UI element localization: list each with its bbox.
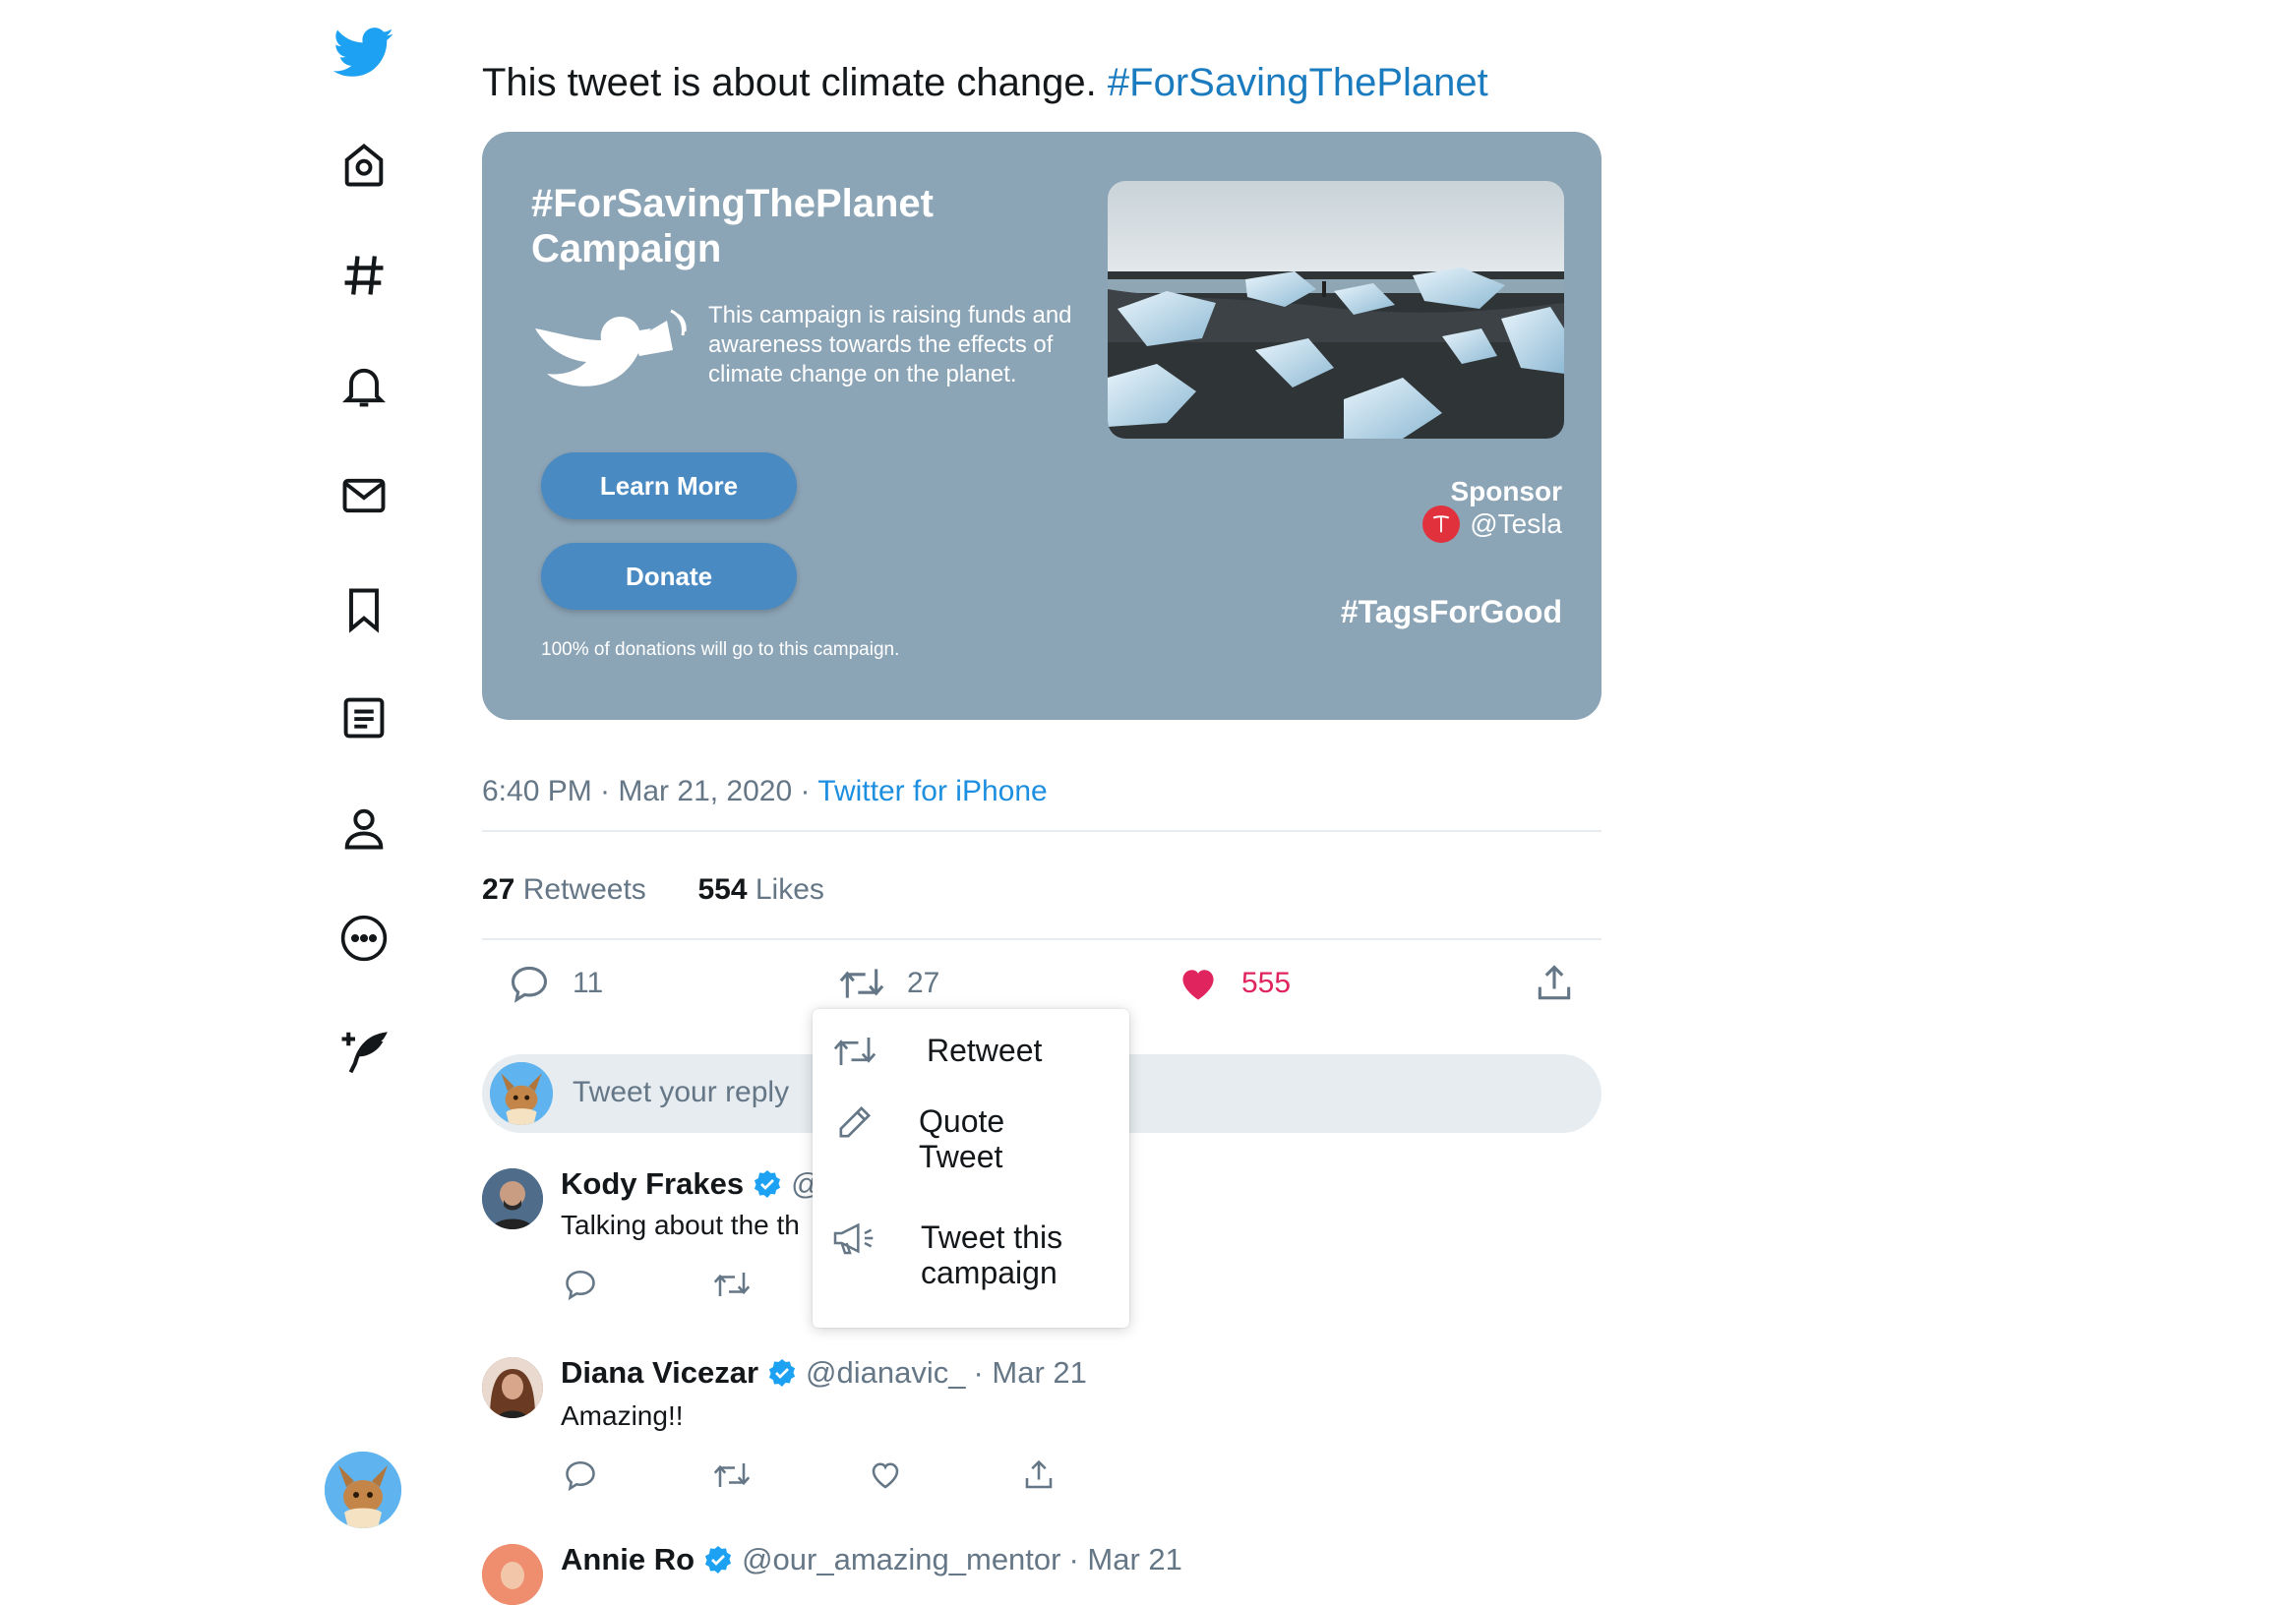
- retweets-label: Retweets: [522, 873, 646, 906]
- reply-author-name[interactable]: Diana Vicezar: [561, 1355, 758, 1391]
- menu-retweet-label: Retweet: [927, 1033, 1043, 1068]
- share-icon: [1538, 965, 1571, 1000]
- reply-text: Talking about the th: [561, 1210, 800, 1240]
- campaign-title-line2: Campaign: [531, 227, 722, 270]
- menu-campaign-label: Tweet this campaign: [921, 1219, 1062, 1290]
- tweet-body: This tweet is about climate change.: [482, 61, 1108, 104]
- tweet-source-link[interactable]: Twitter for iPhone: [817, 775, 1047, 807]
- sponsor-row[interactable]: @Tesla: [1422, 505, 1562, 543]
- retweet-icon: [713, 1273, 751, 1296]
- reply-share-button[interactable]: [1019, 1456, 1058, 1495]
- compose-icon[interactable]: [329, 1017, 399, 1088]
- reply-author-name[interactable]: Kody Frakes: [561, 1166, 744, 1202]
- divider: [482, 830, 1601, 832]
- reply-reply-button[interactable]: [561, 1265, 600, 1304]
- campaign-title: #ForSavingThePlanet Campaign: [531, 181, 934, 271]
- retweet-icon: [830, 1029, 879, 1074]
- menu-quote-line2: Tweet: [919, 1139, 1003, 1174]
- like-action[interactable]: 555: [1177, 962, 1291, 1005]
- reply-author-name[interactable]: Annie Ro: [561, 1542, 695, 1577]
- tweet-text: This tweet is about climate change. #For…: [482, 61, 1488, 105]
- menu-quote-line1: Quote: [919, 1103, 1005, 1139]
- likes-count: 554: [697, 873, 748, 906]
- learn-more-button[interactable]: Learn More: [541, 452, 797, 519]
- profile-icon[interactable]: [329, 793, 399, 863]
- user-avatar[interactable]: [325, 1452, 401, 1528]
- tweet-meta: 6:40 PM · Mar 21, 2020 · Twitter for iPh…: [482, 775, 1048, 808]
- reply-icon: [566, 1460, 595, 1492]
- bell-icon[interactable]: [329, 350, 399, 421]
- menu-item-tweet-campaign[interactable]: Tweet this campaign: [813, 1208, 1129, 1328]
- tweet-stats: 27 Retweets 554 Likes: [482, 873, 824, 907]
- reply-header: Diana Vicezar @dianavic_ · Mar 21: [561, 1355, 1087, 1391]
- reply-avatar: [490, 1062, 553, 1125]
- sponsor-handle: @Tesla: [1470, 508, 1562, 539]
- pencil-icon: [830, 1100, 879, 1145]
- reply-action[interactable]: 11: [508, 962, 603, 1005]
- reply-retweet-button[interactable]: [712, 1265, 752, 1304]
- sponsor-label: Sponsor: [1450, 476, 1562, 506]
- home-icon[interactable]: [329, 130, 399, 201]
- reply-header: Annie Ro @our_amazing_mentor · Mar 21: [561, 1542, 1182, 1577]
- reply-author-handle[interactable]: @dianavic_: [806, 1355, 965, 1391]
- heart-icon: [1182, 970, 1214, 1000]
- campaign-card: #ForSavingThePlanet Campaign This campai…: [482, 132, 1601, 720]
- retweet-icon: [839, 969, 884, 998]
- share-action[interactable]: [1533, 962, 1576, 1005]
- reply-reply-button[interactable]: [561, 1456, 600, 1495]
- campaign-bird-megaphone-icon: [531, 307, 689, 423]
- reply-header: Kody Frakes @: [561, 1166, 822, 1202]
- mail-icon[interactable]: [329, 460, 399, 531]
- hashtag-icon[interactable]: [329, 240, 399, 311]
- donate-button[interactable]: Donate: [541, 543, 797, 610]
- reply-like-button[interactable]: [866, 1456, 905, 1495]
- retweets-stat[interactable]: 27 Retweets: [482, 873, 646, 906]
- reply-retweet-button[interactable]: [712, 1456, 752, 1495]
- reply-avatar-diana[interactable]: [482, 1357, 543, 1418]
- menu-item-retweet[interactable]: Retweet: [813, 1009, 1129, 1092]
- menu-item-quote-tweet[interactable]: Quote Tweet: [813, 1092, 1129, 1208]
- tags-for-good-hashtag[interactable]: #TagsForGood: [1341, 594, 1562, 630]
- menu-quote-label: Quote Tweet: [919, 1103, 1004, 1174]
- likes-stat[interactable]: 554 Likes: [697, 873, 823, 906]
- bookmark-icon[interactable]: [329, 574, 399, 645]
- heart-outline-icon: [872, 1462, 899, 1489]
- campaign-title-line1: #ForSavingThePlanet: [531, 182, 934, 225]
- tesla-logo-icon: [1422, 505, 1461, 543]
- reply-date[interactable]: · Mar 21: [1068, 1542, 1181, 1577]
- verified-badge-icon: [755, 1170, 781, 1198]
- retweet-menu: Retweet Quote Tweet Tweet this campaign: [813, 1009, 1129, 1328]
- menu-campaign-line1: Tweet this: [921, 1219, 1063, 1255]
- retweet-action[interactable]: 27: [838, 962, 939, 1005]
- menu-campaign-line2: campaign: [921, 1255, 1057, 1290]
- retweet-count: 27: [907, 967, 940, 999]
- retweets-count: 27: [482, 873, 515, 906]
- share-icon: [1025, 1459, 1053, 1489]
- campaign-description: This campaign is raising funds and aware…: [708, 302, 1072, 387]
- reply-icon: [566, 1270, 595, 1301]
- reply-avatar-kody[interactable]: [482, 1168, 543, 1229]
- more-icon[interactable]: [329, 903, 399, 974]
- like-count: 555: [1241, 967, 1292, 999]
- likes-label: Likes: [755, 873, 824, 906]
- donation-note: 100% of donations will go to this campai…: [541, 639, 900, 660]
- twitter-logo-icon[interactable]: [329, 18, 399, 89]
- tweet-hashtag-link[interactable]: #ForSavingThePlanet: [1108, 61, 1488, 104]
- reply-input-placeholder[interactable]: Tweet your reply: [573, 1076, 789, 1109]
- verified-badge-icon: [768, 1359, 796, 1387]
- megaphone-icon: [830, 1216, 879, 1261]
- reply-text: Amazing!!: [561, 1400, 684, 1431]
- list-icon[interactable]: [329, 683, 399, 753]
- reply-count: 11: [573, 967, 604, 999]
- verified-badge-icon: [704, 1546, 732, 1574]
- reply-icon: [511, 966, 548, 1003]
- divider: [482, 938, 1601, 940]
- reply-author-handle[interactable]: @our_amazing_mentor: [742, 1542, 1060, 1577]
- campaign-glacier-image: [1108, 181, 1564, 439]
- reply-date[interactable]: · Mar 21: [974, 1355, 1087, 1391]
- reply-avatar-annie[interactable]: [482, 1544, 543, 1605]
- tweet-timestamp: 6:40 PM · Mar 21, 2020 ·: [482, 775, 818, 807]
- retweet-icon: [713, 1463, 751, 1487]
